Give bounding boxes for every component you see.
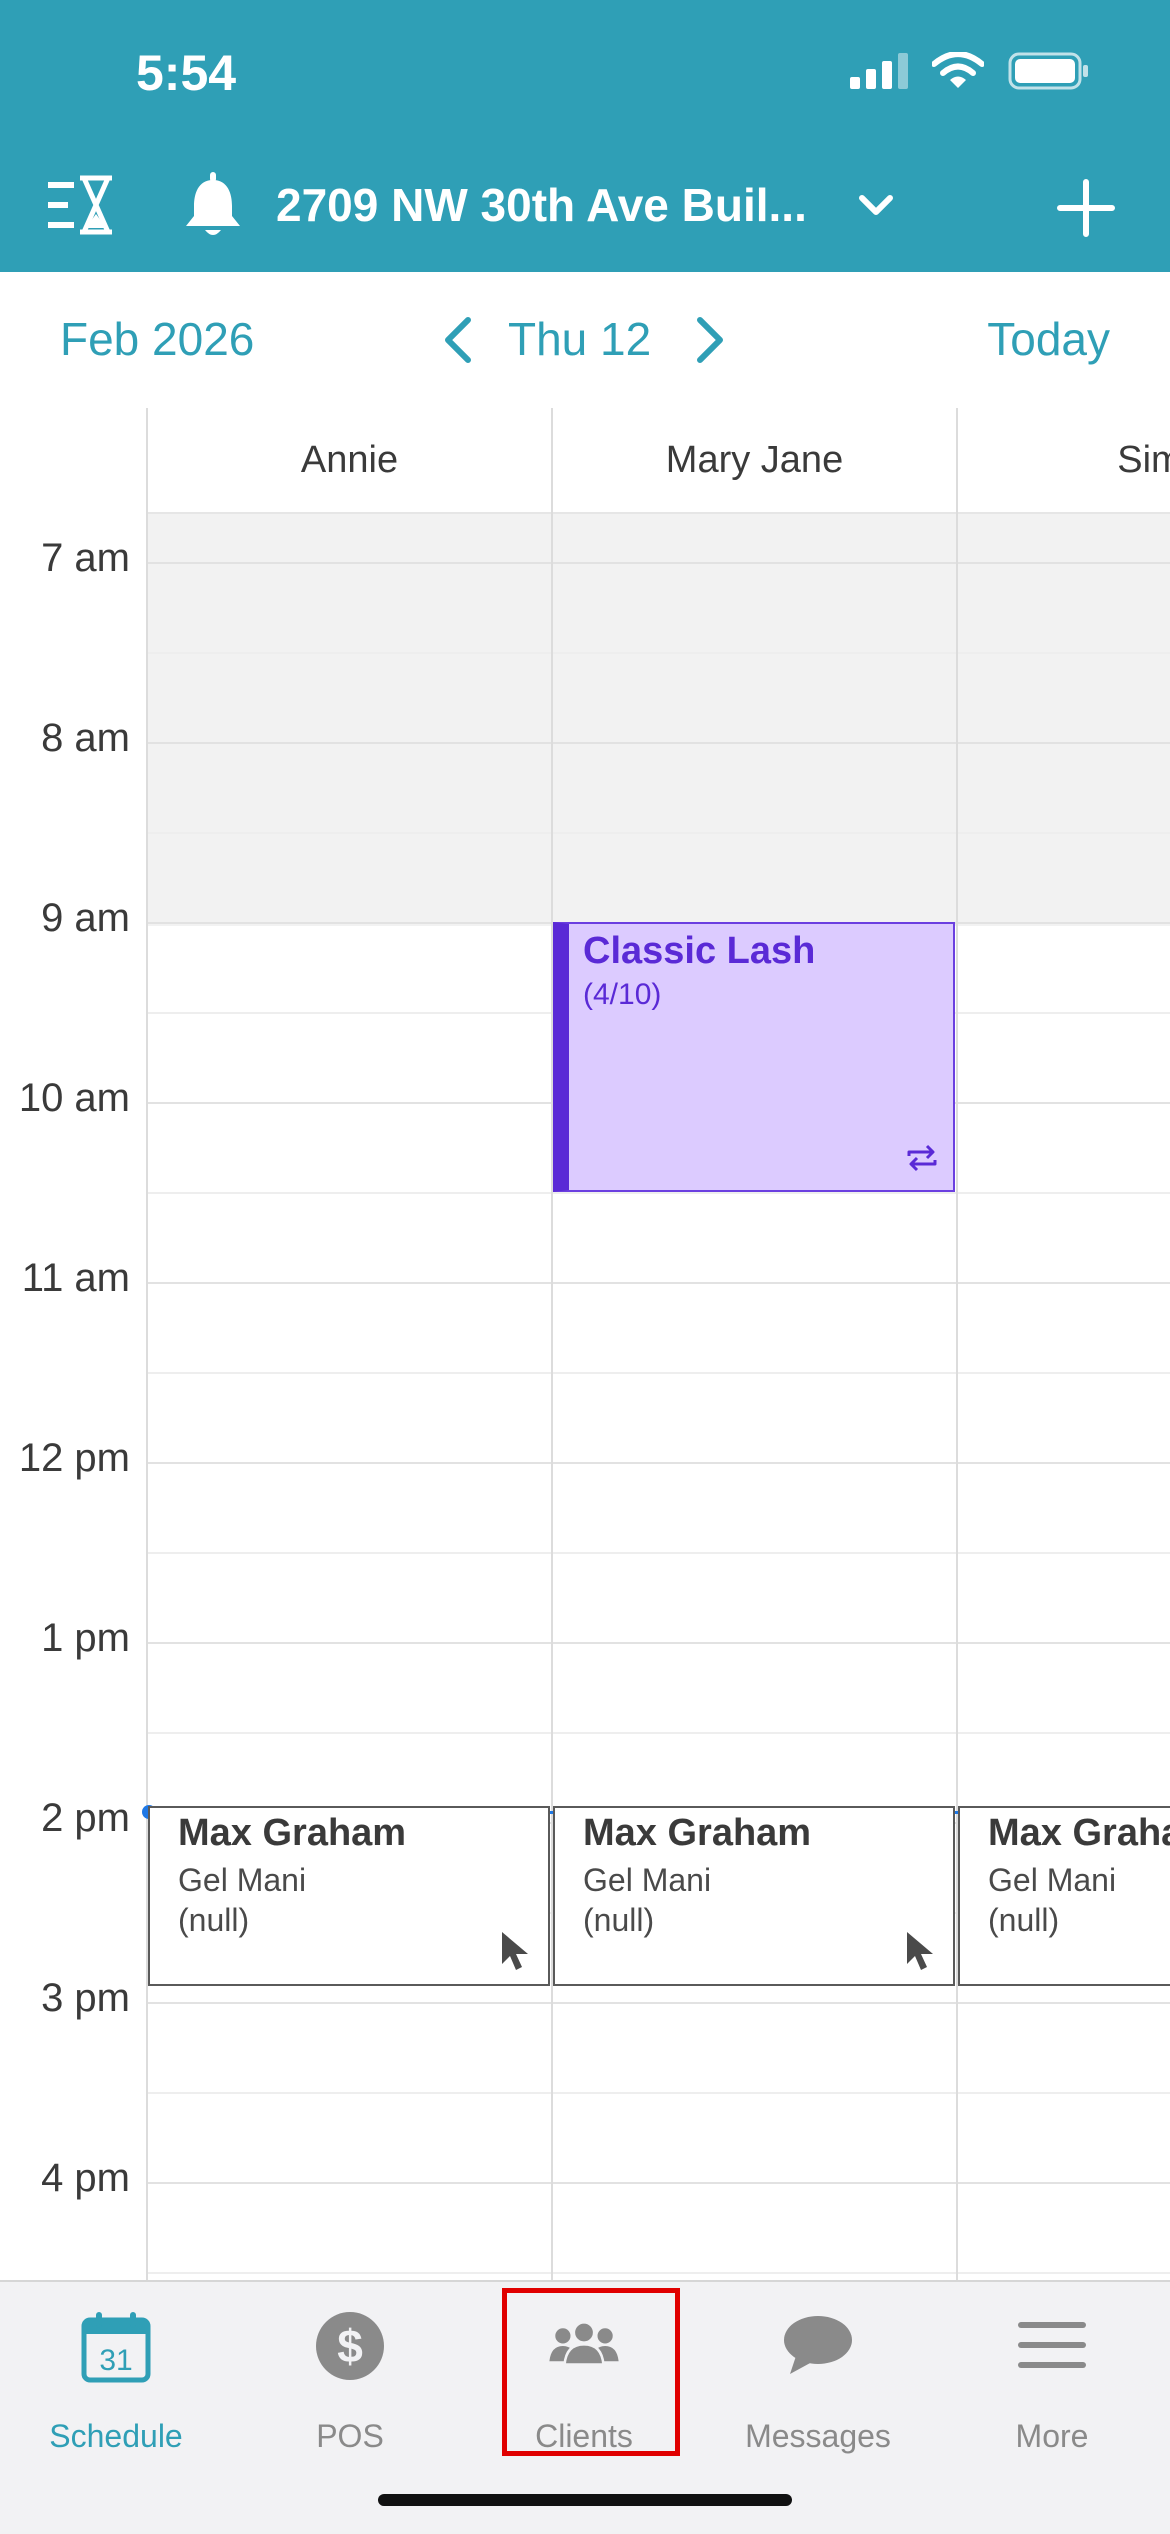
- tab-more[interactable]: More: [952, 2308, 1152, 2468]
- tab-label: Schedule: [49, 2418, 183, 2454]
- tab-messages[interactable]: Messages: [718, 2308, 918, 2468]
- hour-line: [148, 1462, 1170, 1464]
- status-time: 5:54: [136, 45, 237, 101]
- time-label: 12 pm: [18, 1436, 130, 1480]
- cursor-icon: [502, 1932, 528, 1970]
- time-label: 7 am: [41, 536, 130, 580]
- current-day-label[interactable]: Thu 12: [508, 312, 651, 366]
- column-divider: [146, 408, 148, 2280]
- bell-icon[interactable]: [178, 170, 248, 240]
- half-hour-line: [148, 1552, 1170, 1554]
- calendar-icon-number: 31: [99, 2344, 132, 2377]
- tab-label: POS: [316, 2418, 384, 2454]
- signal-icon: [850, 53, 908, 89]
- client-name: Max Graham: [178, 1812, 407, 1854]
- appointment-note: (null): [988, 1902, 1060, 1938]
- status-icons: [848, 52, 1090, 90]
- next-day-icon[interactable]: [688, 312, 732, 368]
- menu-icon: [1018, 2322, 1086, 2368]
- chat-icon: [784, 2316, 852, 2374]
- tab-schedule[interactable]: 31 Schedule: [16, 2308, 216, 2468]
- date-navigation: Feb 2026 Thu 12 Today: [0, 272, 1170, 410]
- time-label: 4 pm: [41, 2156, 130, 2200]
- tab-label: Messages: [745, 2418, 891, 2454]
- calendar-icon: 31: [81, 2312, 151, 2383]
- hour-line: [148, 742, 1170, 744]
- service-name: Gel Mani: [988, 1862, 1117, 1898]
- schedule-grid: Annie Mary Jane Simc 7 am 8 am 9 am 10 a…: [0, 408, 1170, 2280]
- service-name: Gel Mani: [583, 1862, 712, 1898]
- appointment-max-graham-annie[interactable]: Max Graham Gel Mani (null): [148, 1806, 550, 1986]
- battery-icon: [1008, 52, 1088, 90]
- time-label: 8 am: [41, 716, 130, 760]
- header-nav: 2709 NW 30th Ave Buil...: [0, 160, 1170, 252]
- staff-header-simc[interactable]: Simc: [958, 408, 1170, 514]
- appointment-classic-lash[interactable]: Classic Lash (4/10): [553, 922, 955, 1192]
- time-label: 9 am: [41, 896, 130, 940]
- half-hour-line: [148, 1192, 1170, 1194]
- hour-line: [148, 1282, 1170, 1284]
- closed-hours-area: [148, 512, 1170, 926]
- today-button[interactable]: Today: [987, 312, 1110, 366]
- app-header: 5:54 2709 NW 30th Ave Buil...: [0, 0, 1170, 272]
- home-indicator: [378, 2494, 792, 2506]
- client-name: Max Graham: [583, 1812, 812, 1854]
- hour-line: [148, 2182, 1170, 2184]
- time-label: 3 pm: [41, 1976, 130, 2020]
- dollar-icon: $: [316, 2312, 384, 2380]
- half-hour-line: [148, 2092, 1170, 2094]
- staff-header-annie[interactable]: Annie: [148, 408, 551, 514]
- location-selector[interactable]: 2709 NW 30th Ave Buil...: [276, 178, 807, 232]
- time-label: 2 pm: [41, 1796, 130, 1840]
- appointment-title: Classic Lash: [583, 930, 816, 972]
- cursor-icon: [907, 1932, 933, 1970]
- appointment-max-graham-mary-jane[interactable]: Max Graham Gel Mani (null): [553, 1806, 955, 1986]
- add-icon[interactable]: [1056, 178, 1116, 238]
- repeat-icon: [907, 1144, 937, 1172]
- half-hour-line: [148, 832, 1170, 834]
- half-hour-line: [148, 1732, 1170, 1734]
- clients-highlight: [502, 2288, 680, 2456]
- tab-pos[interactable]: $ POS: [250, 2308, 450, 2468]
- tab-label: More: [1015, 2418, 1089, 2454]
- wifi-icon: [932, 52, 984, 88]
- time-label: 11 am: [21, 1256, 130, 1300]
- appointment-note: (null): [583, 1902, 655, 1938]
- previous-day-icon[interactable]: [436, 312, 480, 368]
- chevron-down-icon[interactable]: [856, 186, 896, 226]
- hour-line: [148, 1642, 1170, 1644]
- hour-line: [148, 2002, 1170, 2004]
- time-label: 10 am: [18, 1076, 130, 1120]
- half-hour-line: [148, 2272, 1170, 2274]
- staff-header-mary-jane[interactable]: Mary Jane: [553, 408, 956, 514]
- appointment-subtitle: (4/10): [583, 978, 662, 1011]
- appointment-note: (null): [178, 1902, 250, 1938]
- half-hour-line: [148, 652, 1170, 654]
- svg-text:$: $: [337, 2320, 363, 2372]
- column-divider: [551, 408, 553, 2280]
- service-name: Gel Mani: [178, 1862, 307, 1898]
- half-hour-line: [148, 1372, 1170, 1374]
- appointment-max-graham-simc[interactable]: Max Graha Gel Mani (null): [958, 1806, 1170, 1986]
- client-name: Max Graha: [988, 1812, 1170, 1854]
- month-label[interactable]: Feb 2026: [60, 312, 254, 366]
- column-divider: [956, 408, 958, 2280]
- hour-line: [148, 562, 1170, 564]
- time-label: 1 pm: [41, 1616, 130, 1660]
- waitlist-menu-icon[interactable]: [48, 172, 114, 238]
